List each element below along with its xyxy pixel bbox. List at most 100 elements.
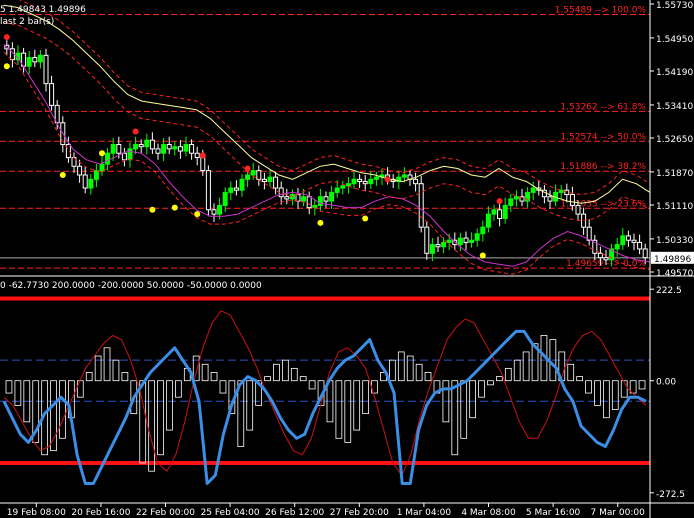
candle-body [93, 170, 99, 180]
time-tick-label: 20 Feb 16:00 [71, 508, 130, 518]
candle-body [418, 183, 424, 228]
candle-body [345, 183, 351, 187]
candle-body [121, 152, 127, 161]
candle-body [642, 248, 648, 259]
candle-body [99, 163, 105, 172]
candle-body [340, 185, 346, 189]
candle-body [200, 157, 206, 172]
candle-body [317, 196, 323, 206]
candle-body [513, 196, 519, 200]
candle-body [267, 176, 273, 183]
candle-body [228, 187, 234, 193]
candle-body [161, 144, 167, 154]
signal-dot-top [244, 165, 251, 172]
candle-body [133, 144, 139, 150]
candle-body [261, 178, 267, 183]
cci-tick-label: -272.5 [656, 490, 685, 500]
candle-body [569, 194, 575, 206]
candle-body [217, 204, 223, 215]
candle-body [155, 148, 161, 154]
candle-body [497, 209, 503, 219]
signal-dot-top [132, 128, 139, 135]
current-price-label: 1.49896 [654, 255, 691, 265]
price-tick-label: 1.54190 [656, 68, 693, 78]
signal-dot-bottom [99, 150, 105, 157]
candle-body [435, 244, 441, 248]
candle-body [166, 144, 172, 150]
price-tick-label: 1.55730 [656, 1, 693, 11]
candle-body [301, 196, 307, 202]
signal-dot-bottom [149, 206, 156, 213]
candle-body [127, 148, 133, 161]
candle-body [530, 187, 536, 193]
candle-body [32, 57, 38, 63]
candle-body [172, 146, 178, 150]
candle-body [362, 181, 368, 185]
cci-tick-label: 222.5 [656, 286, 682, 296]
candle-body [575, 204, 581, 215]
candle-body [463, 237, 469, 243]
candle-body [424, 226, 430, 254]
candle-body [88, 178, 94, 189]
signal-dot-bottom [317, 219, 324, 226]
candle-body [485, 213, 491, 228]
fib-level-label: 1.51886 --> 38.2% [560, 162, 646, 172]
signal-dot-top [384, 176, 391, 183]
signal-dot-bottom [362, 215, 369, 222]
trading-chart: 1.55489 --> 100.0% 1.53262 --> 61.8% 1.525… [0, 0, 694, 518]
signal-dot-bottom [171, 204, 178, 211]
candle-body [77, 165, 83, 176]
candle-body [597, 252, 603, 259]
signal-dot-bottom [59, 171, 66, 178]
candle-body [620, 235, 626, 246]
candle-body [547, 196, 553, 202]
candle-body [233, 187, 239, 191]
candle-body [245, 174, 251, 180]
candle-body [603, 257, 609, 261]
bars-info-label: last 2 bar(s) [0, 17, 54, 27]
candle-body [480, 226, 486, 235]
candle-body [323, 196, 329, 202]
candle-body [558, 189, 564, 193]
candle-body [457, 237, 463, 246]
candle-body [491, 209, 497, 215]
candle-body [110, 144, 116, 154]
candle-body [138, 144, 144, 148]
candle-body [368, 178, 374, 185]
time-tick-label: 5 Mar 16:00 [526, 508, 581, 518]
candle-body [105, 152, 111, 165]
candle-body [256, 170, 262, 180]
time-tick-label: 22 Feb 00:00 [136, 508, 195, 518]
candle-body [183, 144, 189, 152]
candle-body [65, 144, 71, 159]
candle-body [49, 83, 55, 106]
candle-body [401, 174, 407, 178]
candle-body [637, 241, 643, 250]
signal-dot-top [496, 198, 503, 205]
candle-body [441, 241, 447, 248]
candle-body [273, 176, 279, 189]
candle-body [149, 139, 155, 150]
candle-body [586, 226, 592, 241]
time-tick-label: 27 Feb 20:00 [330, 508, 389, 518]
price-tick-label: 1.52650 [656, 135, 693, 145]
candle-body [625, 235, 631, 241]
candle-body [446, 239, 452, 243]
candle-body [564, 189, 570, 196]
signal-dot-bottom [479, 252, 486, 259]
candle-body [413, 178, 419, 185]
candle-body [177, 146, 183, 152]
candle-body [295, 194, 301, 202]
price-tick-label: 1.49570 [656, 269, 693, 279]
candle-body [508, 198, 514, 206]
signal-dot-bottom [3, 63, 10, 70]
fib-level-label: 1.53262 --> 61.8% [560, 102, 646, 112]
indicator-info-label: 0 -62.7730 200.0000 -200.0000 50.0000 -5… [0, 281, 262, 291]
candle-body [37, 54, 43, 63]
candle-body [329, 191, 335, 202]
price-tick-label: 1.53410 [656, 102, 693, 112]
signal-dot-top [3, 34, 10, 41]
candle-body [211, 209, 217, 215]
time-tick-label: 25 Feb 04:00 [201, 508, 260, 518]
time-tick-label: 26 Feb 12:00 [265, 508, 324, 518]
